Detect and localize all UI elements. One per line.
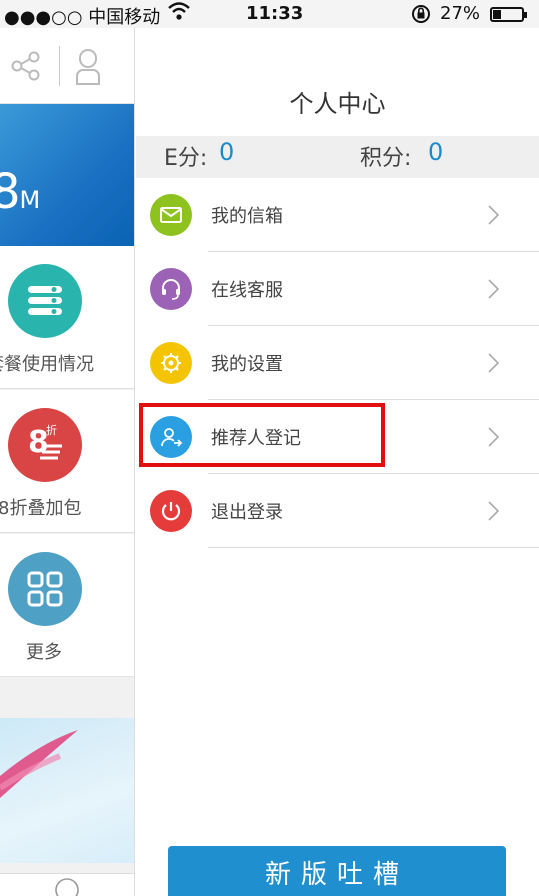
menu-item-label: 退出登录 [211, 502, 283, 523]
menu-item-label: 我的设置 [211, 354, 283, 375]
usage-banner[interactable]: 8M [0, 104, 134, 246]
chevron-right-icon [488, 427, 500, 447]
settings-icon [150, 342, 192, 384]
chevron-right-icon [488, 279, 500, 299]
chevron-right-icon [488, 205, 500, 225]
promo-image[interactable] [0, 718, 134, 863]
rotation-lock-icon [410, 3, 432, 30]
jifen-value: 0 [428, 138, 444, 166]
battery-icon [490, 7, 527, 22]
banner-value: 8 [0, 164, 21, 220]
grid-item-label: 8折叠加包 [0, 498, 82, 519]
battery-text: 27% [440, 3, 481, 24]
share-icon[interactable] [10, 50, 42, 82]
user-icon[interactable] [74, 46, 102, 86]
menu-item-online-service[interactable]: 在线客服 [136, 252, 539, 326]
menu-item-label: 我的信箱 [211, 206, 283, 227]
divider [208, 547, 539, 548]
chevron-right-icon [488, 501, 500, 521]
highlight-box [139, 403, 385, 467]
headset-icon [150, 268, 192, 310]
power-icon [150, 490, 192, 532]
discount-badge-sub: 折 [46, 423, 57, 437]
background-app-panel: 8M 套餐使用情况 8 折 8折叠加包 [0, 28, 135, 896]
grid-item-more[interactable]: 更多 [0, 534, 134, 677]
e-points-value: 0 [219, 138, 235, 166]
header-divider [59, 46, 60, 86]
chevron-right-icon [488, 353, 500, 373]
wifi-icon [168, 1, 190, 26]
tab-bar [0, 873, 134, 896]
list-icon [8, 264, 82, 338]
profile-tab-icon[interactable] [52, 878, 82, 896]
menu-item-label: 在线客服 [211, 280, 283, 301]
status-bar: ●●●○○ 中国移动 11:33 27% [0, 0, 539, 28]
left-header [0, 28, 134, 104]
grid-item-discount-pack[interactable]: 8 折 8折叠加包 [0, 390, 134, 533]
grid-item-label: 更多 [26, 642, 62, 663]
menu-item-logout[interactable]: 退出登录 [136, 474, 539, 548]
points-bar: E分: 0 积分: 0 [136, 136, 539, 178]
mail-icon [150, 194, 192, 236]
clock: 11:33 [246, 3, 304, 24]
grid-item-label: 套餐使用情况 [0, 354, 94, 375]
menu-item-referrer-registration[interactable]: 推荐人登记 [136, 400, 539, 474]
menu-item-mailbox[interactable]: 我的信箱 [136, 178, 539, 252]
menu-item-settings[interactable]: 我的设置 [136, 326, 539, 400]
page-title: 个人中心 [289, 90, 386, 118]
discount-icon: 8 折 [8, 408, 82, 482]
jifen-label: 积分: [360, 146, 412, 171]
grid-more-icon [8, 552, 82, 626]
carrier-text: ●●●○○ 中国移动 [4, 7, 161, 28]
grid-item-package-usage[interactable]: 套餐使用情况 [0, 246, 134, 389]
personal-center-drawer: 个人中心 E分: 0 积分: 0 我的信箱 在线客服 我的设置 推荐人登记 退出… [136, 28, 539, 896]
banner-unit: M [19, 186, 41, 214]
e-points-label: E分: [164, 146, 208, 171]
feedback-button[interactable]: 新版吐槽 [168, 846, 506, 896]
